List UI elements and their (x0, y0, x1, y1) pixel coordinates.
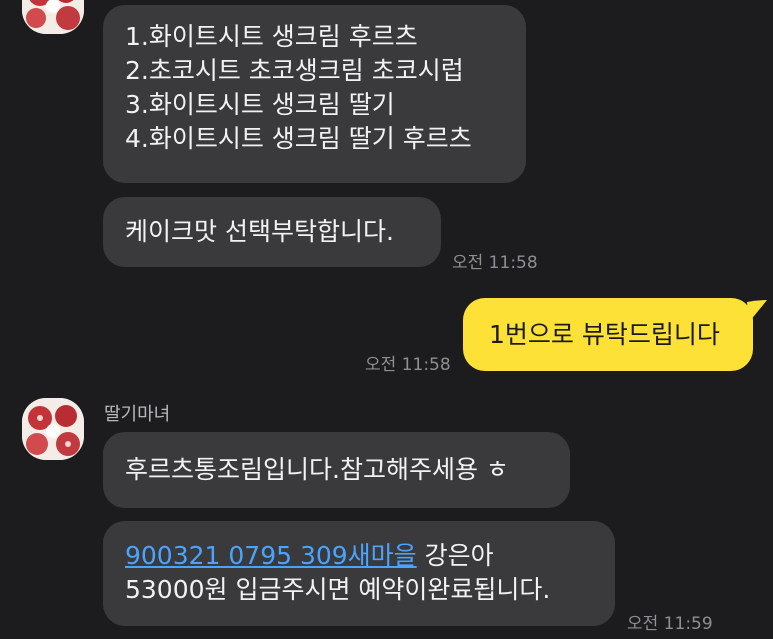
message-line: 53000원 입금주시면 예약이완료됩니다. (125, 575, 551, 604)
message-line: 2.초코시트 초코생크림 초코시럽 (125, 56, 464, 85)
message-timestamp: 오전 11:59 (627, 614, 713, 634)
message-line: 900321 0795 309새마을 강은아 (125, 539, 593, 573)
sender-avatar[interactable] (22, 0, 84, 34)
message-line: 3.화이트시트 생크림 딸기 (125, 90, 395, 119)
strawberry-cake-avatar-icon (22, 398, 84, 460)
incoming-message-bubble[interactable]: 1.화이트시트 생크림 후르츠 2.초코시트 초코생크림 초코시럽 3.화이트시… (103, 5, 526, 183)
account-number-link[interactable]: 900321 0795 309새마을 (125, 541, 417, 570)
message-text: 강은아 (416, 541, 494, 570)
message-line: 1.화이트시트 생크림 후르츠 (125, 22, 418, 51)
message-text: 후르츠통조림입니다.참고해주세용 ㅎ (125, 455, 509, 484)
message-text: 케이크맛 선택부탁합니다. (125, 217, 394, 246)
message-text: 1번으로 뷰탁드립니다 (489, 320, 720, 349)
incoming-message-bubble[interactable]: 케이크맛 선택부탁합니다. (103, 197, 441, 267)
message-timestamp: 오전 11:58 (365, 355, 451, 375)
bubble-tail-icon (747, 300, 767, 322)
incoming-message-bubble[interactable]: 후르츠통조림입니다.참고해주세용 ㅎ (103, 432, 570, 508)
outgoing-message-bubble[interactable]: 1번으로 뷰탁드립니다 (463, 298, 753, 371)
message-timestamp: 오전 11:58 (452, 253, 538, 273)
strawberry-cake-avatar-icon (22, 0, 84, 34)
sender-avatar[interactable] (22, 398, 84, 460)
sender-name: 딸기마녀 (104, 404, 171, 425)
incoming-message-bubble[interactable]: 900321 0795 309새마을 강은아 53000원 입금주시면 예약이완… (103, 521, 615, 626)
message-line: 4.화이트시트 생크림 딸기 후르츠 (125, 124, 472, 153)
